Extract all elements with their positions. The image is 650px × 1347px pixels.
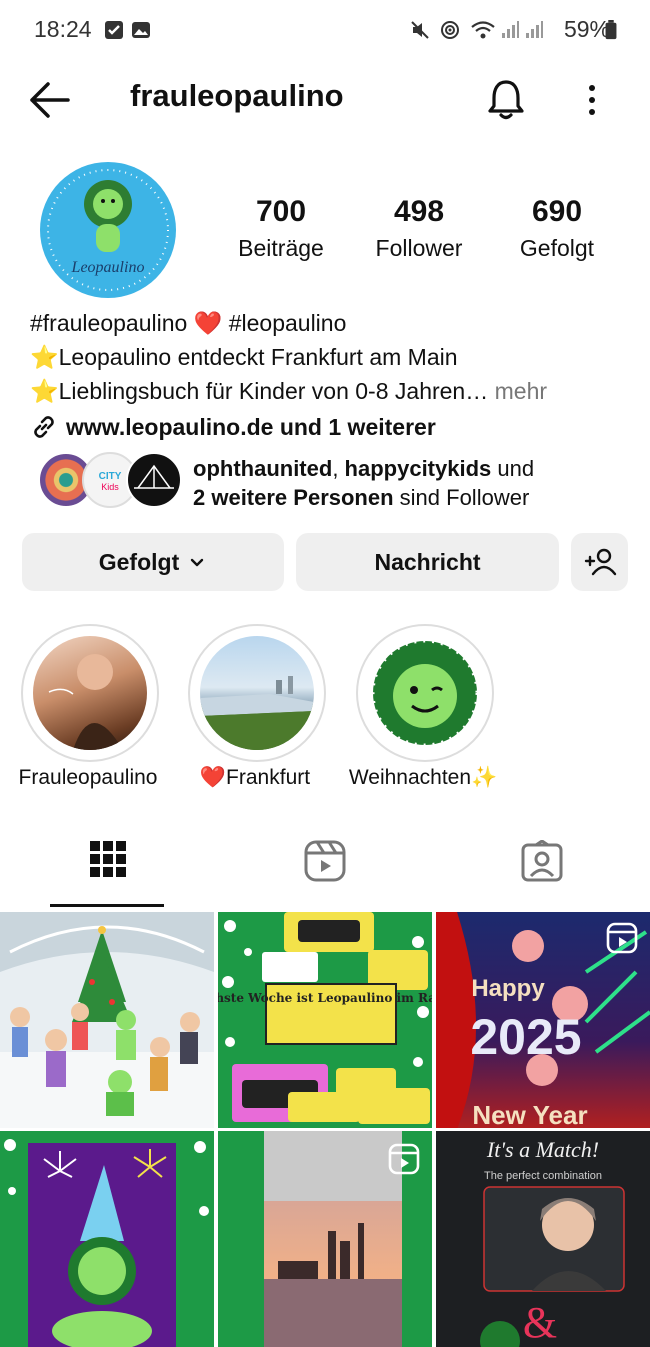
active-tab-indicator [50,904,164,907]
post-thumbnail-3[interactable]: Happy 2025 New Year [436,912,650,1128]
bio-line-3-text: ⭐Lieblingsbuch für Kinder von 0-8 Jahren… [30,378,489,404]
status-bar: 18:24 59% [0,0,650,60]
mutual-name-2: happycitykids [344,456,492,481]
svg-text:Kids: Kids [101,482,119,492]
reel-badge-icon [606,922,638,954]
highlight-thumb-3 [368,636,482,750]
status-time: 18:24 [34,16,92,42]
bio-link-row[interactable]: www.leopaulino.de und 1 weiterer [30,413,436,441]
following-button-label: Gefolgt [98,548,180,575]
tab-reels[interactable] [217,840,433,910]
mutual-suffix: sind Follower [393,485,530,510]
posts-stat[interactable]: 700 Beiträge [211,195,351,262]
profile-username: frauleopaulino [130,78,344,113]
tab-grid[interactable] [0,840,216,910]
reels-icon [304,840,346,882]
post-6-subtitle: The perfect combination [484,1170,602,1182]
mutual-name-1: ophthaunited [193,456,333,481]
following-label: Gefolgt [519,235,595,261]
highlight-label-3: Weihnachten✨ [348,766,498,789]
profile-avatar[interactable]: Leopaulino [40,162,176,298]
image-notification-icon [132,22,150,38]
mute-icon [411,21,429,39]
bio-more-link[interactable]: mehr [488,378,547,404]
post-3-year: 2025 [470,1009,581,1065]
battery-icon [605,20,617,40]
chevron-down-icon [191,558,204,567]
wifi-icon [471,21,495,39]
highlight-frankfurt[interactable] [188,624,326,762]
followers-label: Follower [375,235,463,261]
add-person-icon [584,548,616,576]
notification-bell-icon[interactable] [485,78,527,122]
followers-stat[interactable]: 498 Follower [349,195,489,262]
bio-website-link[interactable]: www.leopaulino.de und 1 weiterer [66,414,436,441]
svg-text:CITY: CITY [99,471,122,482]
mutual-followers-avatars[interactable]: CITY Kids [38,452,182,508]
post-thumbnail-5[interactable] [218,1131,432,1347]
mutual-avatar-3 [126,452,182,508]
mutual-and: und [491,456,535,481]
following-stat[interactable]: 690 Gefolgt [487,195,627,262]
highlight-frauleopaulino[interactable] [21,624,159,762]
signal-icon [502,21,519,38]
checkbox-notification-icon [105,21,123,39]
more-options-icon[interactable] [578,80,606,120]
post-3-happy: Happy [471,975,545,1002]
highlight-label-2: ❤️Frankfurt [199,766,311,789]
bio-line-3: ⭐Lieblingsbuch für Kinder von 0-8 Jahren… [30,378,547,405]
post-6-title: It's a Match! [486,1137,599,1162]
link-icon [34,416,54,438]
posts-label: Beiträge [238,235,324,261]
following-button[interactable]: Gefolgt [22,533,284,591]
highlight-weihnachten[interactable] [356,624,494,762]
message-button[interactable]: Nachricht [296,533,559,591]
post-2-caption: Nächste Woche ist Leopaulino im Radio!!! [218,991,432,1005]
bio-line-2: ⭐Leopaulino entdeckt Frankfurt am Main [30,344,458,370]
suggest-people-button[interactable] [571,533,628,591]
message-button-label: Nachricht [374,548,481,575]
mutual-sep: , [332,456,345,481]
avatar-logo-text: Leopaulino [71,259,145,276]
followers-count: 498 [393,195,445,228]
post-thumbnail-6[interactable]: It's a Match! The perfect combination & [436,1131,650,1347]
highlight-thumb-2 [200,636,314,750]
posts-count: 700 [255,195,307,228]
back-arrow-icon[interactable] [28,80,72,120]
bio-line-1: #frauleopaulino ❤️ #leopaulino [30,310,347,336]
hotspot-icon [441,21,459,39]
following-count: 690 [531,195,583,228]
highlight-thumb-1 [33,636,147,750]
svg-text:&: & [523,1298,557,1347]
mutual-others: 2 weitere Personen [193,485,394,510]
highlight-label-1: Frauleopaulino [18,766,158,789]
post-thumbnail-4[interactable] [0,1131,214,1347]
post-3-newyear: New Year [472,1100,587,1128]
reel-badge-icon-2 [388,1143,420,1175]
signal-icon-2 [526,21,543,38]
tagged-icon [521,840,563,882]
grid-icon [90,841,126,877]
post-thumbnail-2[interactable]: Nächste Woche ist Leopaulino im Radio!!! [218,912,432,1128]
mutual-followers-text[interactable]: ophthaunited, happycitykids und 2 weiter… [193,454,534,512]
tab-tagged[interactable] [434,840,650,910]
post-thumbnail-1[interactable] [0,912,214,1128]
